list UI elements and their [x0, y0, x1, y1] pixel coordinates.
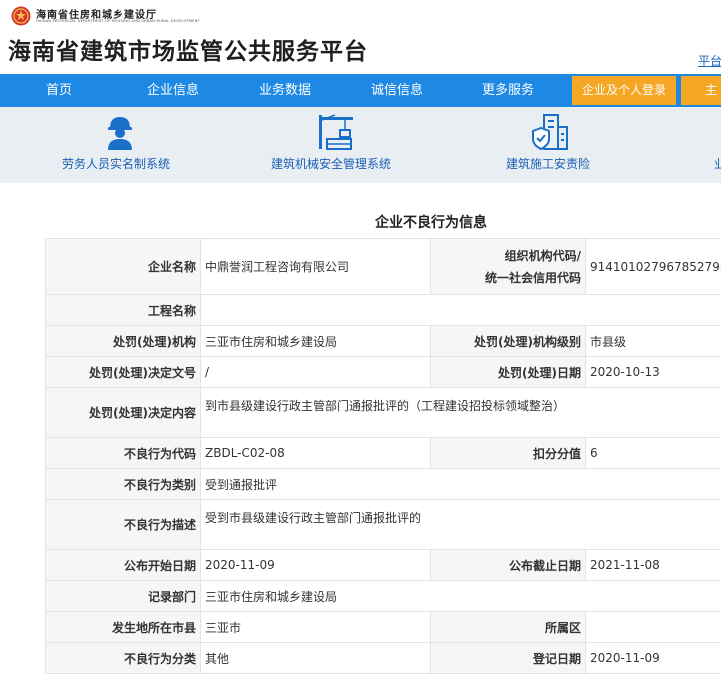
publish-end-label: 公布截止日期 [430, 549, 586, 581]
category-value: 其他 [200, 642, 431, 674]
table-row: 处罚(处理)决定内容 到市县级建设行政主管部门通报批评的（工程建设招投标领域整治… [45, 387, 721, 438]
site-header: 海南省住房和城乡建设厅 HAINAN PROVINCIAL DEPARTMENT… [0, 0, 721, 74]
quick-links-bar: 劳务人员实名制系统 建筑机械安全管理系统 建筑施工安责险 业 [0, 107, 721, 183]
crane-icon [319, 114, 353, 150]
org-code-label-line1: 组织机构代码/ [504, 248, 581, 263]
publish-end-value: 2021-11-08 [585, 549, 721, 581]
table-row: 工程名称 [45, 294, 721, 326]
nav-item-enterprise-info[interactable]: 企业信息 [147, 74, 199, 107]
penalty-date-label: 处罚(处理)日期 [430, 356, 586, 388]
district-label: 所属区 [430, 611, 586, 643]
bad-behavior-table: 企业名称 中鼎誉润工程咨询有限公司 组织机构代码/ 统一社会信用代码 91410… [45, 238, 721, 674]
decision-no-value: / [200, 356, 431, 388]
decision-content-label: 处罚(处理)决定内容 [45, 387, 201, 438]
deduct-score-value: 6 [585, 437, 721, 469]
penalty-date-value: 2020-10-13 [585, 356, 721, 388]
deduct-score-label: 扣分分值 [430, 437, 586, 469]
penalty-level-label: 处罚(处理)机构级别 [430, 325, 586, 357]
decision-content-value: 到市县级建设行政主管部门通报批评的（工程建设招投标领域整治） [200, 387, 721, 438]
behavior-type-value: 受到通报批评 [200, 468, 721, 500]
quick-link-machinery-safety[interactable]: 建筑机械安全管理系统 [270, 107, 410, 183]
org-code-label: 组织机构代码/ 统一社会信用代码 [430, 238, 586, 295]
table-row: 处罚(处理)决定文号 / 处罚(处理)日期 2020-10-13 [45, 356, 721, 388]
behavior-code-label: 不良行为代码 [45, 437, 201, 469]
table-row: 不良行为描述 受到市县级建设行政主管部门通报批评的 [45, 499, 721, 550]
register-date-value: 2020-11-09 [585, 642, 721, 674]
org-code-value: 91410102796785279E [585, 238, 721, 295]
category-label: 不良行为分类 [45, 642, 201, 674]
decision-no-label: 处罚(处理)决定文号 [45, 356, 201, 388]
department-english-name: HAINAN PROVINCIAL DEPARTMENT OF HOUSING … [36, 19, 200, 23]
national-emblem-icon [11, 6, 31, 26]
table-row: 不良行为类别 受到通报批评 [45, 468, 721, 500]
quick-link-label: 劳务人员实名制系统 [62, 157, 171, 171]
record-dept-label: 记录部门 [45, 580, 201, 612]
nav-item-more-services[interactable]: 更多服务 [482, 74, 534, 107]
nav-item-home[interactable]: 首页 [46, 74, 72, 107]
quick-link-label: 建筑机械安全管理系统 [271, 157, 392, 171]
city-label: 发生地所在市县 [45, 611, 201, 643]
nav-item-credit-info[interactable]: 诚信信息 [371, 74, 423, 107]
penalty-level-value: 市县级 [585, 325, 721, 357]
quick-link-construction-insurance[interactable]: 建筑施工安责险 [505, 107, 605, 183]
quick-link-label: 建筑施工安责险 [506, 157, 591, 171]
company-name-value: 中鼎誉润工程咨询有限公司 [200, 238, 431, 295]
quick-link-label: 业 [714, 157, 721, 171]
publish-start-value: 2020-11-09 [200, 549, 431, 581]
behavior-desc-value: 受到市县级建设行政主管部门通报批评的 [200, 499, 721, 550]
city-value: 三亚市 [200, 611, 431, 643]
worker-icon [108, 117, 132, 150]
building-insurance-icon [532, 114, 568, 151]
table-row: 处罚(处理)机构 三亚市住房和城乡建设局 处罚(处理)机构级别 市县级 [45, 325, 721, 357]
nav-extra-button[interactable]: 主 [681, 76, 721, 105]
table-row: 企业名称 中鼎誉润工程咨询有限公司 组织机构代码/ 统一社会信用代码 91410… [45, 238, 721, 295]
record-dept-value: 三亚市住房和城乡建设局 [200, 580, 721, 612]
district-value [585, 611, 721, 643]
table-row: 不良行为代码 ZBDL-C02-08 扣分分值 6 [45, 437, 721, 469]
nav-item-business-data[interactable]: 业务数据 [259, 74, 311, 107]
site-title: 海南省建筑市场监管公共服务平台 [8, 39, 368, 65]
publish-start-label: 公布开始日期 [45, 549, 201, 581]
project-name-label: 工程名称 [45, 294, 201, 326]
platform-link[interactable]: 平台 [698, 52, 721, 69]
main-nav: 首页 企业信息 业务数据 诚信信息 更多服务 企业及个人登录 主 [0, 74, 721, 107]
register-date-label: 登记日期 [430, 642, 586, 674]
org-code-label-line2: 统一社会信用代码 [484, 270, 581, 285]
table-row: 记录部门 三亚市住房和城乡建设局 [45, 580, 721, 612]
quick-link-labor-realname[interactable]: 劳务人员实名制系统 [60, 107, 180, 183]
table-row: 不良行为分类 其他 登记日期 2020-11-09 [45, 642, 721, 674]
behavior-desc-label: 不良行为描述 [45, 499, 201, 550]
penalty-org-label: 处罚(处理)机构 [45, 325, 201, 357]
behavior-code-value: ZBDL-C02-08 [200, 437, 431, 469]
section-title: 企业不良行为信息 [375, 215, 487, 231]
penalty-org-value: 三亚市住房和城乡建设局 [200, 325, 431, 357]
company-name-label: 企业名称 [45, 238, 201, 295]
login-button[interactable]: 企业及个人登录 [572, 76, 676, 105]
project-name-value [200, 294, 721, 326]
quick-link-partial[interactable]: 业 [714, 107, 721, 183]
table-row: 发生地所在市县 三亚市 所属区 [45, 611, 721, 643]
behavior-type-label: 不良行为类别 [45, 468, 201, 500]
table-row: 公布开始日期 2020-11-09 公布截止日期 2021-11-08 [45, 549, 721, 581]
